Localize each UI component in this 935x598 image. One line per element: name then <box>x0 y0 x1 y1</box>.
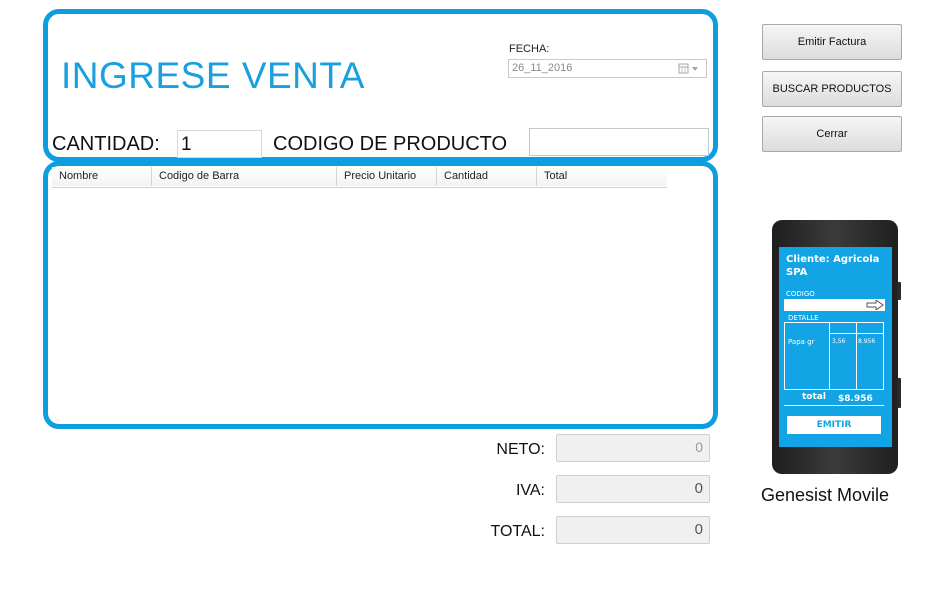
cerrar-button[interactable]: Cerrar <box>762 116 902 152</box>
phone-emitir-button: EMITIR <box>787 416 881 434</box>
neto-field[interactable]: 0 <box>556 434 710 462</box>
phone-side-button <box>897 282 901 300</box>
phone-codigo-label: CODIGO <box>786 290 815 298</box>
calendar-dropdown-icon[interactable] <box>677 62 703 75</box>
column-header-codigo-barra[interactable]: Codigo de Barra <box>152 167 337 186</box>
column-header-total[interactable]: Total <box>537 167 667 186</box>
column-header-cantidad[interactable]: Cantidad <box>437 167 537 186</box>
phone-detalle-table: Papa gr 3,56 8.956 <box>784 322 884 390</box>
phone-total-value: $8.956 <box>838 394 873 404</box>
neto-label: NETO: <box>496 441 545 458</box>
products-panel <box>43 161 718 429</box>
cantidad-label: CANTIDAD: <box>52 133 160 155</box>
phone-total-underline <box>784 405 884 406</box>
buscar-productos-button[interactable]: BUSCAR PRODUCTOS <box>762 71 902 107</box>
date-value: 26_11_2016 <box>512 62 573 74</box>
phone-total-label: total <box>802 392 826 402</box>
total-field[interactable]: 0 <box>556 516 710 544</box>
phone-detalle-label: DETALLE <box>788 314 819 322</box>
date-picker[interactable]: 26_11_2016 <box>508 59 707 78</box>
phone-caption: Genesist Movile <box>761 485 890 505</box>
cantidad-value: 1 <box>181 134 192 155</box>
products-grid[interactable]: Nombre Codigo de Barra Precio Unitario C… <box>52 167 667 188</box>
codigo-producto-input[interactable] <box>529 128 709 156</box>
arrow-right-icon <box>866 300 884 310</box>
cantidad-input[interactable]: 1 <box>177 130 262 158</box>
phone-cliente-label: Cliente: Agricola SPA <box>786 254 880 278</box>
page-title: INGRESE VENTA <box>61 55 365 96</box>
total-label: TOTAL: <box>490 523 545 540</box>
phone-item-total: 8.956 <box>858 338 876 345</box>
phone-item-price: 3,56 <box>832 338 846 345</box>
phone-screen: Cliente: Agricola SPA CODIGO DETALLE Pap… <box>779 247 892 447</box>
column-header-precio-unitario[interactable]: Precio Unitario <box>337 167 437 186</box>
codigo-producto-label: CODIGO DE PRODUCTO <box>273 133 508 155</box>
phone-codigo-input <box>784 299 885 311</box>
phone-side-button <box>897 378 901 408</box>
phone-item-name: Papa gr <box>788 338 815 346</box>
fecha-label: FECHA: <box>509 43 550 55</box>
table-divider <box>829 333 883 334</box>
column-header-nombre[interactable]: Nombre <box>52 167 152 186</box>
iva-label: IVA: <box>515 482 545 499</box>
mobile-app-preview: Cliente: Agricola SPA CODIGO DETALLE Pap… <box>772 220 901 474</box>
iva-field[interactable]: 0 <box>556 475 710 503</box>
emitir-factura-button[interactable]: Emitir Factura <box>762 24 902 60</box>
